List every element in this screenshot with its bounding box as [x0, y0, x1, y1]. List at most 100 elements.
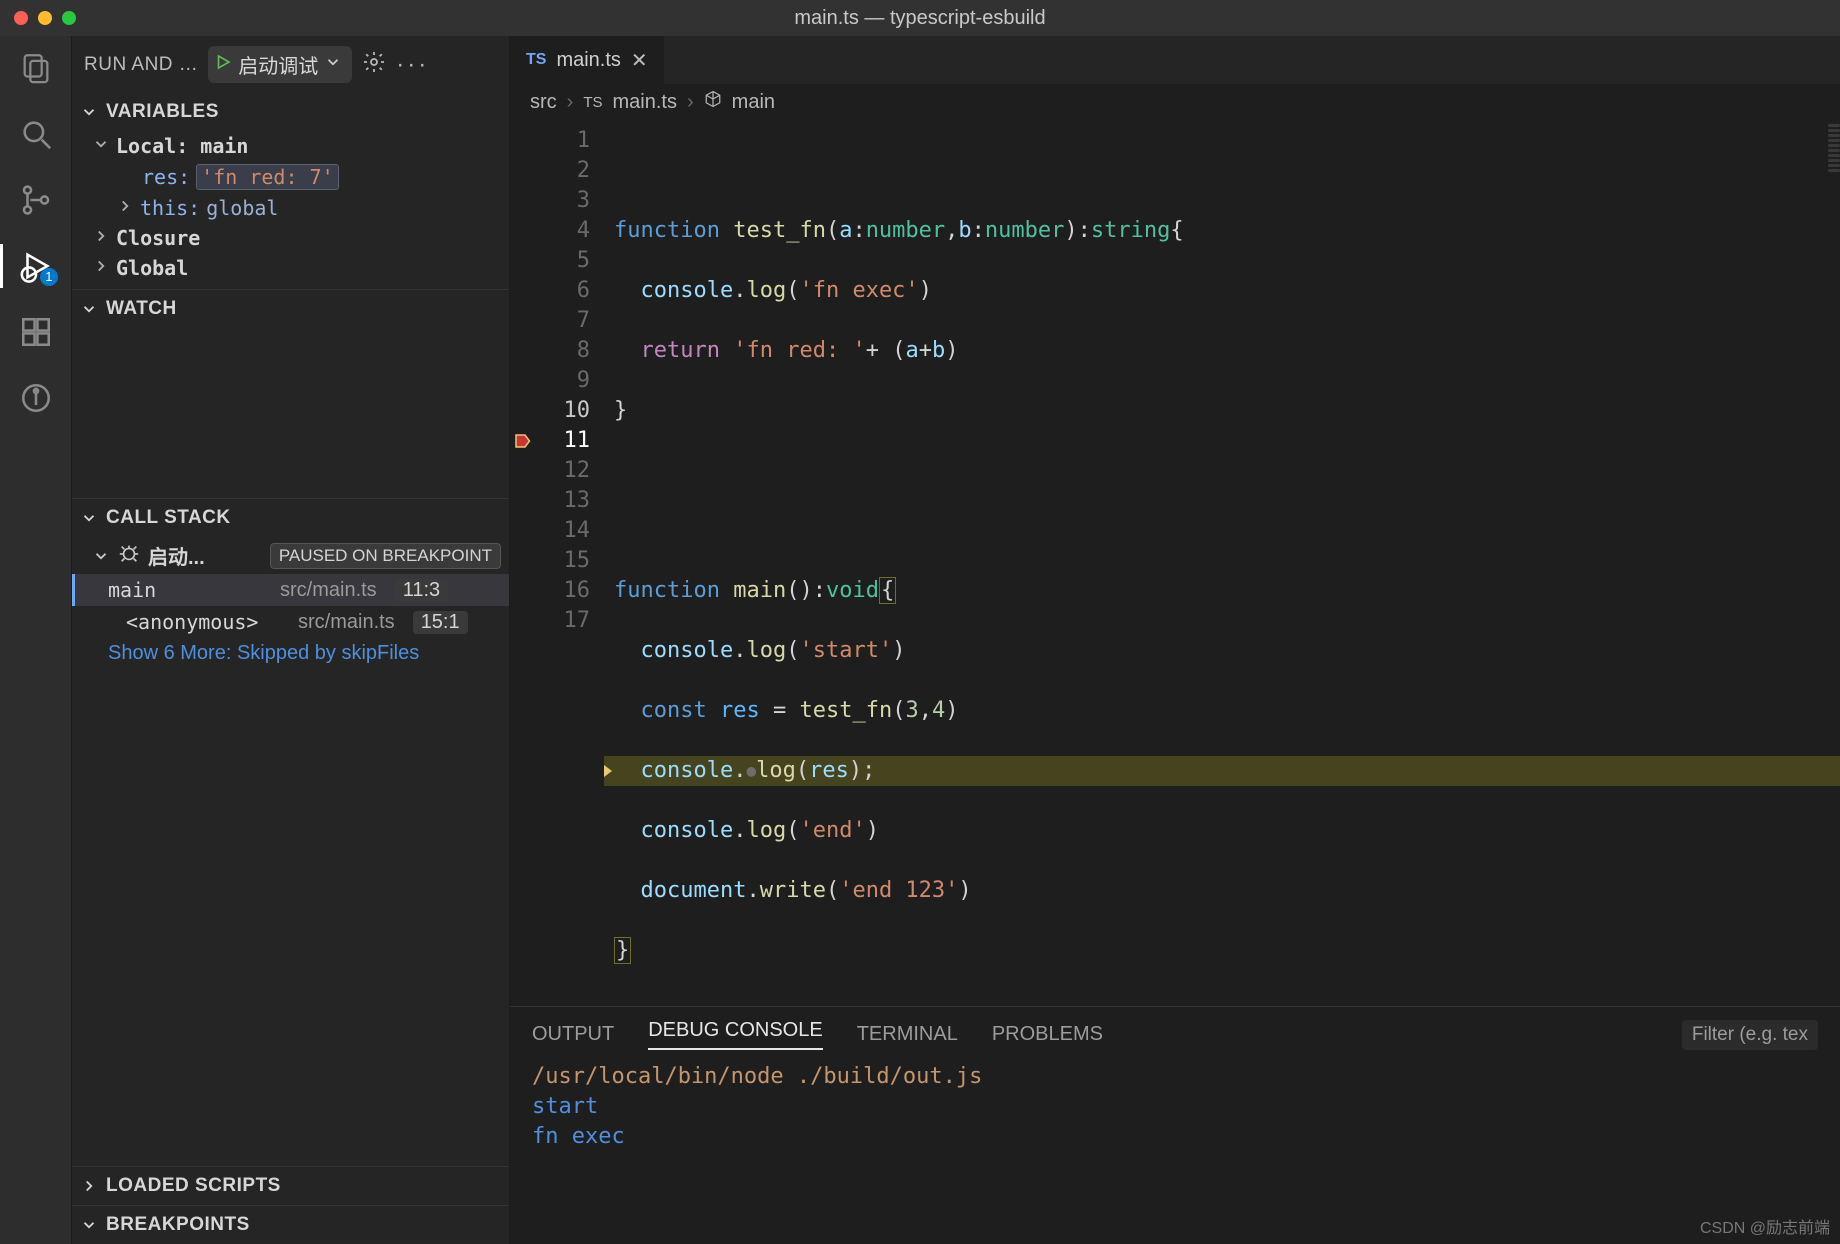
debug-badge: 1	[40, 268, 57, 286]
callstack-skip-link[interactable]: Show 6 More: Skipped by skipFiles	[72, 638, 509, 673]
bug-icon	[118, 542, 140, 570]
graph-icon[interactable]	[18, 380, 54, 416]
maximize-icon[interactable]	[62, 11, 76, 25]
execution-pointer-icon	[604, 762, 612, 780]
chevron-right-icon	[116, 197, 134, 215]
panel-tabs: OUTPUT DEBUG CONSOLE TERMINAL PROBLEMS F…	[510, 1007, 1840, 1054]
section-callstack-label: CALL STACK	[106, 507, 231, 529]
breadcrumb[interactable]: src › TS main.ts › main	[510, 84, 1840, 120]
panel-tab-output[interactable]: OUTPUT	[532, 1023, 614, 1046]
extensions-icon[interactable]	[18, 314, 54, 350]
var-this[interactable]: this: global	[72, 193, 509, 223]
chevron-right-icon	[92, 227, 110, 245]
chevron-down-icon	[324, 53, 342, 77]
ts-lang-icon: TS	[583, 94, 602, 111]
editor-tabs: TS main.ts ✕	[510, 36, 1840, 84]
section-variables[interactable]: VARIABLES	[72, 93, 509, 131]
section-callstack[interactable]: CALL STACK	[72, 498, 509, 537]
frame-fn: main	[108, 578, 268, 602]
callstack-config-label: 启动...	[148, 541, 205, 570]
run-debug-icon[interactable]: 1	[18, 248, 54, 284]
callstack-config-row[interactable]: 启动... PAUSED ON BREAKPOINT	[72, 537, 509, 574]
chevron-down-icon	[80, 103, 98, 121]
debug-console-output[interactable]: /usr/local/bin/node ./build/out.js start…	[510, 1054, 1840, 1160]
stack-frame-0[interactable]: main src/main.ts 11:3	[72, 574, 509, 606]
bottom-panel: OUTPUT DEBUG CONSOLE TERMINAL PROBLEMS F…	[510, 1006, 1840, 1244]
more-icon[interactable]: ···	[396, 51, 429, 79]
explorer-icon[interactable]	[18, 50, 54, 86]
frame-fn: <anonymous>	[126, 610, 286, 634]
search-icon[interactable]	[18, 116, 54, 152]
watch-empty	[72, 328, 509, 498]
code-editor[interactable]: 123 456 789 101112 131415 1617 function …	[510, 120, 1840, 1006]
watermark: CSDN @励志前端	[1700, 1214, 1830, 1238]
section-breakpoints-label: BREAKPOINTS	[106, 1214, 250, 1236]
chevron-right-icon: ›	[567, 91, 574, 114]
var-res[interactable]: res: 'fn red: 7'	[72, 161, 509, 193]
minimap[interactable]	[1828, 124, 1840, 1002]
editor-group: TS main.ts ✕ src › TS main.ts › main	[510, 36, 1840, 1244]
ts-lang-icon: TS	[526, 51, 546, 69]
frame-path: src/main.ts	[280, 579, 377, 602]
sidebar-title: RUN AND …	[84, 54, 198, 76]
symbol-icon	[704, 90, 722, 114]
console-line: /usr/local/bin/node ./build/out.js	[532, 1062, 1818, 1092]
frame-pos: 11:3	[395, 579, 448, 602]
chevron-down-icon	[80, 509, 98, 527]
scope-closure-label: Closure	[116, 226, 200, 250]
section-watch-label: WATCH	[106, 298, 177, 320]
panel-tab-terminal[interactable]: TERMINAL	[857, 1023, 958, 1046]
scope-global-label: Global	[116, 256, 188, 280]
sidebar-header: RUN AND … 启动调试 ···	[72, 36, 509, 93]
scope-closure[interactable]: Closure	[72, 223, 509, 253]
scope-local[interactable]: Local: main	[72, 131, 509, 161]
breakpoint-marker[interactable]	[510, 426, 534, 456]
tab-label: main.ts	[556, 49, 620, 72]
close-icon[interactable]	[14, 11, 28, 25]
source-control-icon[interactable]	[18, 182, 54, 218]
launch-config-label: 启动调试	[238, 50, 318, 79]
panel-tab-debugconsole[interactable]: DEBUG CONSOLE	[648, 1019, 822, 1050]
var-res-name: res:	[142, 165, 190, 189]
play-icon	[214, 53, 232, 77]
gear-icon[interactable]	[362, 50, 386, 80]
frame-path: src/main.ts	[298, 611, 395, 634]
crumb-file: main.ts	[613, 91, 677, 114]
chevron-right-icon	[92, 257, 110, 275]
crumb-src: src	[530, 91, 557, 114]
window-titlebar: main.ts — typescript-esbuild	[0, 0, 1840, 36]
frame-pos: 15:1	[413, 611, 468, 634]
chevron-down-icon	[80, 300, 98, 318]
window-controls	[14, 11, 76, 25]
minimize-icon[interactable]	[38, 11, 52, 25]
tab-main-ts[interactable]: TS main.ts ✕	[510, 36, 664, 84]
close-tab-icon[interactable]: ✕	[631, 48, 648, 73]
glyph-margin	[510, 120, 534, 1006]
variables-tree: Local: main res: 'fn red: 7' this: globa…	[72, 131, 509, 289]
console-line: fn exec	[532, 1122, 1818, 1152]
scope-global[interactable]: Global	[72, 253, 509, 283]
activity-bar: 1	[0, 36, 72, 1244]
window-title: main.ts — typescript-esbuild	[0, 7, 1840, 30]
debug-sidebar: RUN AND … 启动调试 ··· VARIABL	[72, 36, 510, 1244]
launch-config-select[interactable]: 启动调试	[208, 46, 352, 83]
section-loaded-scripts[interactable]: LOADED SCRIPTS	[72, 1166, 509, 1205]
scope-local-label: Local: main	[116, 134, 248, 158]
chevron-down-icon	[92, 547, 110, 565]
var-this-name: this:	[140, 196, 200, 220]
crumb-symbol: main	[732, 91, 775, 114]
chevron-right-icon: ›	[687, 91, 694, 114]
console-line: start	[532, 1092, 1818, 1122]
chevron-down-icon	[80, 1216, 98, 1234]
code-area[interactable]: function test_fn(a:number,b:number):stri…	[604, 120, 1840, 1006]
inline-hint-icon: ●	[746, 761, 756, 780]
stack-frame-1[interactable]: <anonymous> src/main.ts 15:1	[72, 606, 509, 638]
panel-tab-problems[interactable]: PROBLEMS	[992, 1023, 1103, 1046]
section-breakpoints[interactable]: BREAKPOINTS	[72, 1205, 509, 1244]
chevron-right-icon	[80, 1177, 98, 1195]
section-watch[interactable]: WATCH	[72, 289, 509, 328]
var-res-value: 'fn red: 7'	[196, 164, 338, 190]
section-loaded-label: LOADED SCRIPTS	[106, 1175, 281, 1197]
line-numbers: 123 456 789 101112 131415 1617	[534, 120, 604, 1006]
console-filter-input[interactable]: Filter (e.g. tex	[1682, 1020, 1818, 1050]
